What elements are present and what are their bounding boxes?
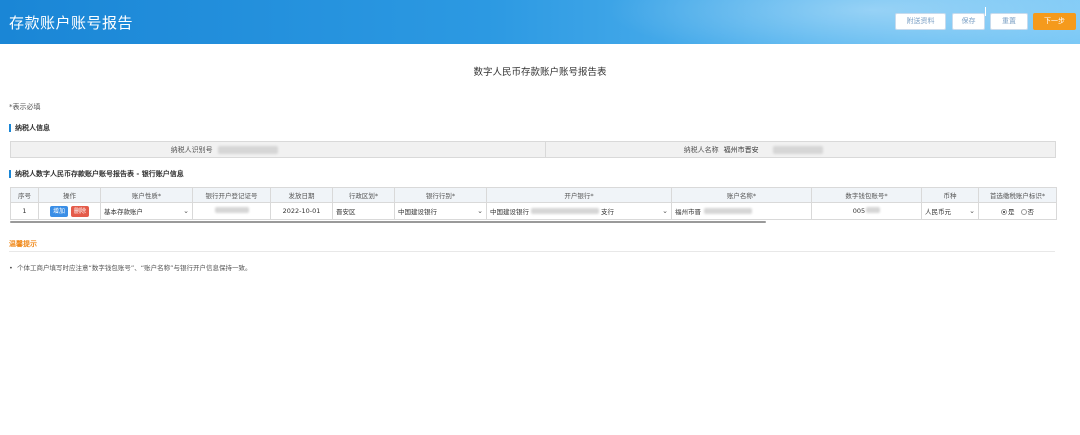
column-header: 银行行别* xyxy=(394,187,487,203)
taxpayer-id-field[interactable] xyxy=(215,142,546,157)
divider xyxy=(9,251,1055,252)
redacted-mark xyxy=(866,207,881,213)
bank-section-title: 纳税人数字人民币存款账户账号报告表 - 银行账户信息 xyxy=(9,170,184,178)
bank-type-select[interactable]: 中国建设银行 ⌄ xyxy=(394,202,487,220)
wallet-no-value: 005 xyxy=(852,207,866,215)
preferred-yes-label: 是 xyxy=(1007,208,1015,216)
horizontal-scrollbar[interactable] xyxy=(10,221,766,223)
column-header: 发放日期 xyxy=(270,187,333,203)
row-index: 1 xyxy=(10,202,39,220)
issue-date-field[interactable]: 2022-10-01 xyxy=(270,202,333,220)
add-row-button[interactable]: 增加 xyxy=(49,205,68,217)
open-bank-suffix: 支行 xyxy=(601,208,614,216)
tips-title: 温馨提示 xyxy=(9,240,37,248)
preferred-no-radio[interactable] xyxy=(1020,209,1027,215)
taxpayer-info-row: 纳税人识别号 纳税人名称 福州市晋安 xyxy=(10,141,1056,158)
column-header: 账户性质* xyxy=(100,187,193,203)
column-header: 开户银行* xyxy=(486,187,672,203)
column-header: 账户名称* xyxy=(671,187,812,203)
chevron-down-icon: ⌄ xyxy=(969,207,975,215)
column-header: 数字钱包账号* xyxy=(811,187,922,203)
form-title: 数字人民币存款账户账号报告表 xyxy=(473,67,607,78)
taxpayer-id-label: 纳税人识别号 xyxy=(11,142,216,157)
account-type-select[interactable]: 基本存款账户 ⌄ xyxy=(100,202,193,220)
account-type-value: 基本存款账户 xyxy=(104,208,143,216)
text-cursor xyxy=(985,7,986,16)
currency-value: 人民币元 xyxy=(925,208,951,216)
bank-account-table: 序号 操作 账户性质* 银行开户登记证号 发放日期 行政区划* 银行行别* 开户… xyxy=(10,187,1057,220)
column-header: 币种 xyxy=(921,187,979,203)
chevron-down-icon: ⌄ xyxy=(477,207,483,215)
table-header-row: 序号 操作 账户性质* 银行开户登记证号 发放日期 行政区划* 银行行别* 开户… xyxy=(10,187,1057,203)
bullet-icon: • xyxy=(9,264,17,272)
taxpayer-name-label: 纳税人名称 xyxy=(545,142,722,157)
column-header: 银行开户登记证号 xyxy=(192,187,271,203)
tip-text: 个体工商户填写时应注意“数字钱包账号”、“账户名称”与银行开户信息保持一致。 xyxy=(16,264,252,272)
column-header: 首选缴税账户标识* xyxy=(978,187,1057,203)
taxpayer-section-title: 纳税人信息 xyxy=(9,124,50,132)
redacted-mark xyxy=(214,207,249,213)
delete-row-button[interactable]: 删除 xyxy=(71,205,90,217)
header-bar: 存款账户账号报告 附送资料 保存 重置 下一步 xyxy=(0,0,1080,44)
reset-button[interactable]: 重置 xyxy=(990,13,1028,30)
column-header: 操作 xyxy=(38,187,101,203)
required-note: *表示必填 xyxy=(9,103,41,111)
preferred-no-label: 否 xyxy=(1027,208,1035,216)
bank-type-value: 中国建设银行 xyxy=(398,208,437,216)
open-bank-prefix: 中国建设银行 xyxy=(490,208,529,216)
redacted-mark xyxy=(704,208,752,214)
district-value: 晋安区 xyxy=(336,208,356,216)
wallet-no-field[interactable]: 005 xyxy=(811,202,922,220)
redacted-mark xyxy=(531,208,599,214)
save-button[interactable]: 保存 xyxy=(952,13,985,30)
page-title: 存款账户账号报告 xyxy=(9,14,134,32)
table-row: 1 增加删除 基本存款账户 ⌄ 2022-10-01 晋安区 中国建设银行 ⌄ xyxy=(10,202,1057,220)
preferred-yes-radio[interactable] xyxy=(1000,209,1007,215)
chevron-down-icon: ⌄ xyxy=(183,207,189,215)
license-no-field[interactable] xyxy=(192,202,271,220)
next-step-button[interactable]: 下一步 xyxy=(1033,13,1076,30)
column-header: 序号 xyxy=(10,187,39,203)
currency-select[interactable]: 人民币元 ⌄ xyxy=(921,202,979,220)
preferred-account-radio-group: 是 否 xyxy=(978,202,1057,220)
redacted-mark xyxy=(772,145,823,154)
district-field[interactable]: 晋安区 xyxy=(332,202,395,220)
account-name-field[interactable]: 福州市晋 xyxy=(671,202,812,220)
taxpayer-name-field[interactable]: 福州市晋安 xyxy=(721,142,1055,157)
attach-documents-button[interactable]: 附送资料 xyxy=(895,13,946,30)
row-actions: 增加 删除 xyxy=(38,202,101,220)
redacted-mark xyxy=(217,145,278,154)
column-header: 行政区划* xyxy=(332,187,395,203)
chevron-down-icon: ⌄ xyxy=(662,207,668,215)
open-bank-select[interactable]: 中国建设银行 支行 ⌄ xyxy=(486,202,672,220)
taxpayer-name-value: 福州市晋安 xyxy=(723,145,759,154)
account-name-value: 福州市晋 xyxy=(675,208,701,216)
tip-item: • 个体工商户填写时应注意“数字钱包账号”、“账户名称”与银行开户信息保持一致。 xyxy=(9,262,251,272)
